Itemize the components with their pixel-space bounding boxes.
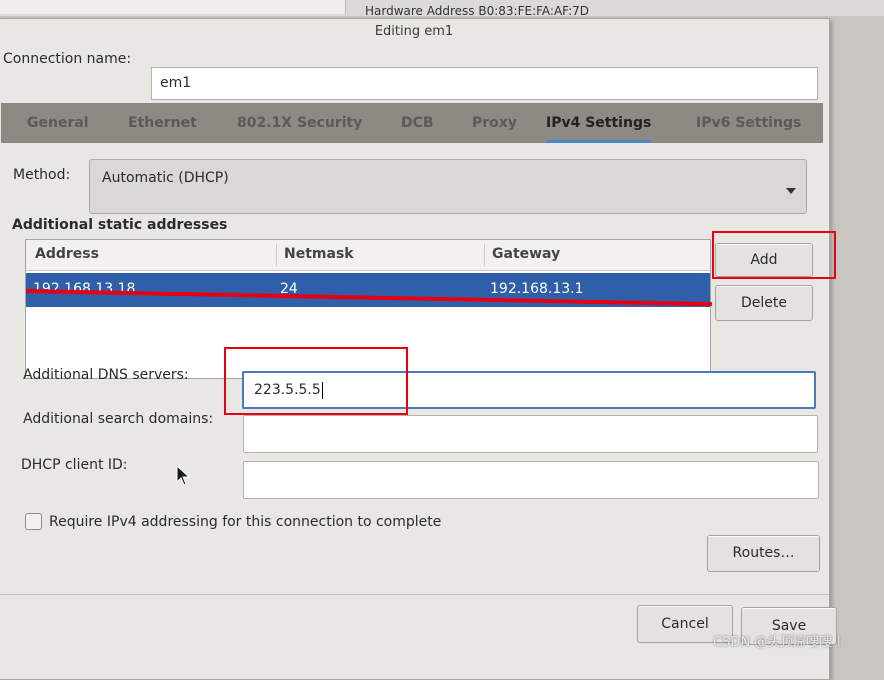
connection-name-label: Connection name: <box>3 51 132 67</box>
watermark-text: CSDN @头顶凉嗖嗖丨 <box>713 635 846 650</box>
annotation-box-dns <box>224 347 408 415</box>
column-header-netmask[interactable]: Netmask <box>284 246 354 262</box>
require-ipv4-label[interactable]: Require IPv4 addressing for this connect… <box>49 514 441 530</box>
cell-gateway[interactable]: 192.168.13.1 <box>490 281 584 297</box>
tab-ethernet[interactable]: Ethernet <box>128 103 197 143</box>
column-divider <box>276 244 277 266</box>
method-dropdown[interactable]: Automatic (DHCP) <box>89 159 807 214</box>
tab-dcb[interactable]: DCB <box>401 103 434 143</box>
tab-ipv6-settings[interactable]: IPv6 Settings <box>696 103 801 143</box>
background-window-panel <box>0 0 346 14</box>
footer-divider <box>0 594 829 595</box>
routes-button[interactable]: Routes… <box>707 535 820 572</box>
table-header: Address Netmask Gateway <box>26 240 710 271</box>
dhcp-client-id-label: DHCP client ID: <box>21 457 128 473</box>
static-addresses-title: Additional static addresses <box>12 217 228 233</box>
tab-8021x-security[interactable]: 802.1X Security <box>237 103 362 143</box>
annotation-box-add <box>712 231 836 279</box>
method-label: Method: <box>13 167 71 183</box>
connection-name-input[interactable]: em1 <box>151 67 818 100</box>
mouse-cursor-icon <box>176 465 191 486</box>
edit-connection-dialog: Editing em1 Connection name: em1 General… <box>0 18 837 680</box>
tab-proxy[interactable]: Proxy <box>472 103 517 143</box>
hardware-address-text: Hardware Address B0:83:FE:FA:AF:7D <box>365 4 590 18</box>
settings-tab-bar: General Ethernet 802.1X Security DCB Pro… <box>1 103 823 143</box>
dropdown-arrow-icon <box>786 188 796 194</box>
search-domains-input[interactable] <box>243 415 818 453</box>
require-ipv4-checkbox[interactable] <box>25 513 42 530</box>
dns-servers-label: Additional DNS servers: <box>23 367 189 383</box>
dhcp-client-id-input[interactable] <box>243 461 819 499</box>
tab-ipv4-settings[interactable]: IPv4 Settings <box>546 103 652 143</box>
delete-address-button[interactable]: Delete <box>715 285 813 321</box>
tab-general[interactable]: General <box>27 103 89 143</box>
search-domains-label: Additional search domains: <box>23 411 214 427</box>
method-value: Automatic (DHCP) <box>102 170 229 186</box>
column-header-gateway[interactable]: Gateway <box>492 246 560 262</box>
dialog-title: Editing em1 <box>374 24 454 39</box>
column-header-address[interactable]: Address <box>35 246 99 262</box>
column-divider <box>484 244 485 266</box>
